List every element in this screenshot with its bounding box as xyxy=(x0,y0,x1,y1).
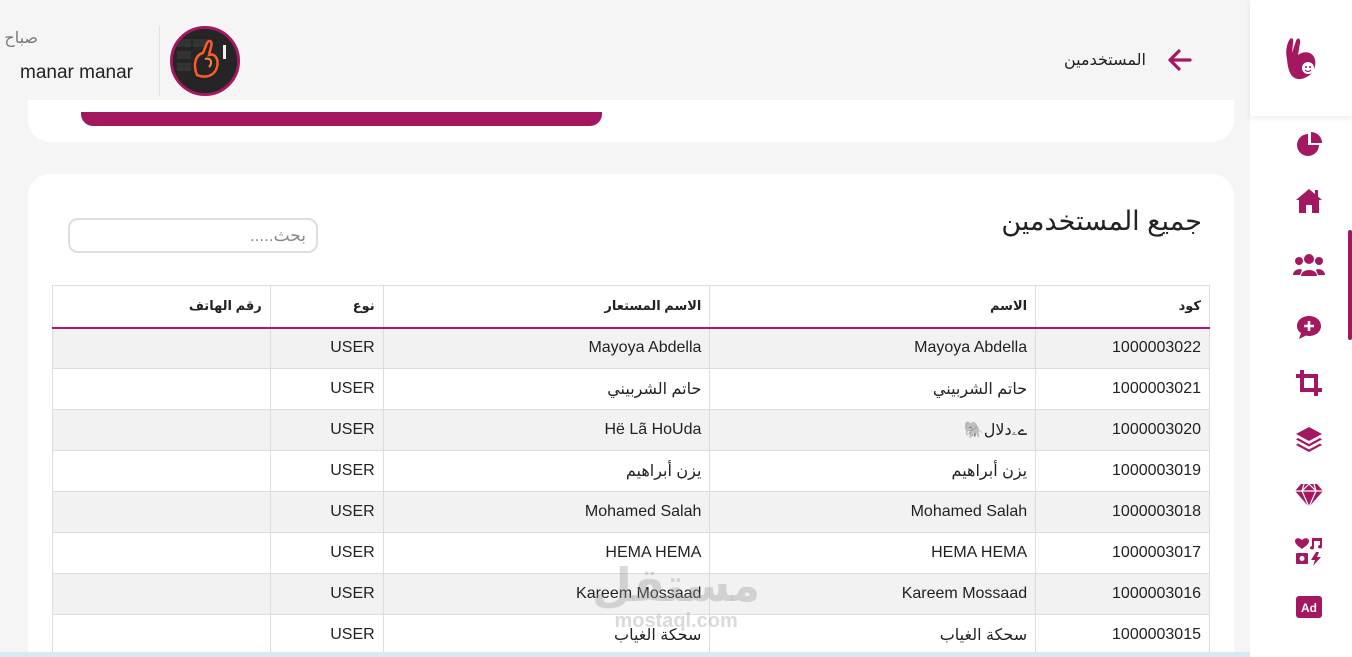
table-row[interactable]: 1000003021 حاتم الشربيني حاتم الشربيني U… xyxy=(52,368,1210,410)
cell-type: USER xyxy=(269,573,384,615)
sidebar-scrollbar[interactable] xyxy=(1348,230,1352,340)
card-title: جميع المستخدمين xyxy=(1001,206,1202,236)
cell-phone xyxy=(52,450,271,492)
cell-name: Mohamed Salah xyxy=(709,491,1037,533)
cell-type: USER xyxy=(269,368,384,410)
cell-code: 1000003015 xyxy=(1035,614,1210,656)
header-divider xyxy=(159,26,160,96)
crop-icon[interactable] xyxy=(1292,366,1326,400)
cell-nickname: Mohamed Salah xyxy=(382,491,711,533)
gem-icon[interactable] xyxy=(1292,478,1326,512)
cell-name: Mayoya Abdella xyxy=(709,327,1037,369)
cell-phone xyxy=(52,614,271,656)
column-header-code[interactable]: كود xyxy=(1035,285,1210,329)
cell-name: HEMA HEMA xyxy=(709,532,1037,574)
sidebar: Ad xyxy=(1250,0,1352,657)
search-input[interactable] xyxy=(68,218,318,253)
horizontal-scrollbar[interactable] xyxy=(0,652,1250,657)
cell-nickname: يزن أبراهيم xyxy=(382,450,711,492)
avatar[interactable] xyxy=(170,26,240,96)
cell-type: USER xyxy=(269,532,384,574)
back-arrow-icon[interactable] xyxy=(1166,46,1194,74)
cell-code: 1000003016 xyxy=(1035,573,1210,615)
cell-phone xyxy=(52,368,271,410)
users-table: كود الاسم الاسم المستعار نوع رقم الهاتف … xyxy=(52,285,1210,656)
cell-code: 1000003018 xyxy=(1035,491,1210,533)
cell-type: USER xyxy=(269,409,384,451)
cell-name: سحكة الغياب xyxy=(709,614,1037,656)
greeting-text: صباح الخير xyxy=(0,30,38,47)
cell-phone xyxy=(52,409,271,451)
table-row[interactable]: 1000003019 يزن أبراهيم يزن أبراهيم USER xyxy=(52,450,1210,492)
icons-icon[interactable] xyxy=(1292,534,1326,568)
cell-nickname: Kareem Mossaad xyxy=(382,573,711,615)
cell-type: USER xyxy=(269,491,384,533)
cell-type: USER xyxy=(269,327,384,369)
top-header: صباح الخير manar manar المستخدمين xyxy=(0,0,1250,112)
column-header-phone[interactable]: رقم الهاتف xyxy=(52,285,271,329)
cell-code: 1000003022 xyxy=(1035,327,1210,369)
column-header-nickname[interactable]: الاسم المستعار xyxy=(382,285,711,329)
table-row[interactable]: 1000003016 Kareem Mossaad Kareem Mossaad… xyxy=(52,573,1210,615)
cell-phone xyxy=(52,327,271,369)
avatar-image xyxy=(173,29,237,93)
table-row[interactable]: 1000003020 ےۦدلال🐘 Hë Lã HoUda USER xyxy=(52,409,1210,451)
cell-type: USER xyxy=(269,614,384,656)
table-row[interactable]: 1000003022 Mayoya Abdella Mayoya Abdella… xyxy=(52,327,1210,369)
cell-code: 1000003017 xyxy=(1035,532,1210,574)
layers-icon[interactable] xyxy=(1292,422,1326,456)
cell-nickname: Hë Lã HoUda xyxy=(382,409,711,451)
cell-nickname: HEMA HEMA xyxy=(382,532,711,574)
cell-code: 1000003021 xyxy=(1035,368,1210,410)
cell-phone xyxy=(52,532,271,574)
column-header-name[interactable]: الاسم xyxy=(709,285,1037,329)
cell-name: حاتم الشربيني xyxy=(709,368,1037,410)
svg-text:Ad: Ad xyxy=(1301,601,1317,615)
cell-name: ےۦدلال🐘 xyxy=(709,409,1037,451)
table-row[interactable]: 1000003015 سحكة الغياب سحكة الغياب USER xyxy=(52,614,1210,656)
users-icon[interactable] xyxy=(1292,248,1326,282)
table-row[interactable]: 1000003018 Mohamed Salah Mohamed Salah U… xyxy=(52,491,1210,533)
column-header-type[interactable]: نوع xyxy=(269,285,384,329)
comment-plus-icon[interactable] xyxy=(1292,310,1326,344)
cell-name: Kareem Mossaad xyxy=(709,573,1037,615)
cell-code: 1000003019 xyxy=(1035,450,1210,492)
pie-chart-icon[interactable] xyxy=(1292,128,1326,162)
cell-code: 1000003020 xyxy=(1035,409,1210,451)
top-card-button[interactable] xyxy=(81,112,602,126)
cell-nickname: سحكة الغياب xyxy=(382,614,711,656)
cell-type: USER xyxy=(269,450,384,492)
cell-phone xyxy=(52,573,271,615)
user-name: manar manar xyxy=(20,62,133,83)
hand-logo-icon xyxy=(1286,38,1316,80)
ad-icon[interactable]: Ad xyxy=(1292,590,1326,624)
table-header-row: كود الاسم الاسم المستعار نوع رقم الهاتف xyxy=(52,285,1210,329)
home-icon[interactable] xyxy=(1292,184,1326,218)
cell-name: يزن أبراهيم xyxy=(709,450,1037,492)
cell-phone xyxy=(52,491,271,533)
cell-nickname: حاتم الشربيني xyxy=(382,368,711,410)
table-row[interactable]: 1000003017 HEMA HEMA HEMA HEMA USER xyxy=(52,532,1210,574)
logo[interactable] xyxy=(1250,0,1352,116)
page-title: المستخدمين xyxy=(1064,52,1146,69)
cell-nickname: Mayoya Abdella xyxy=(382,327,711,369)
